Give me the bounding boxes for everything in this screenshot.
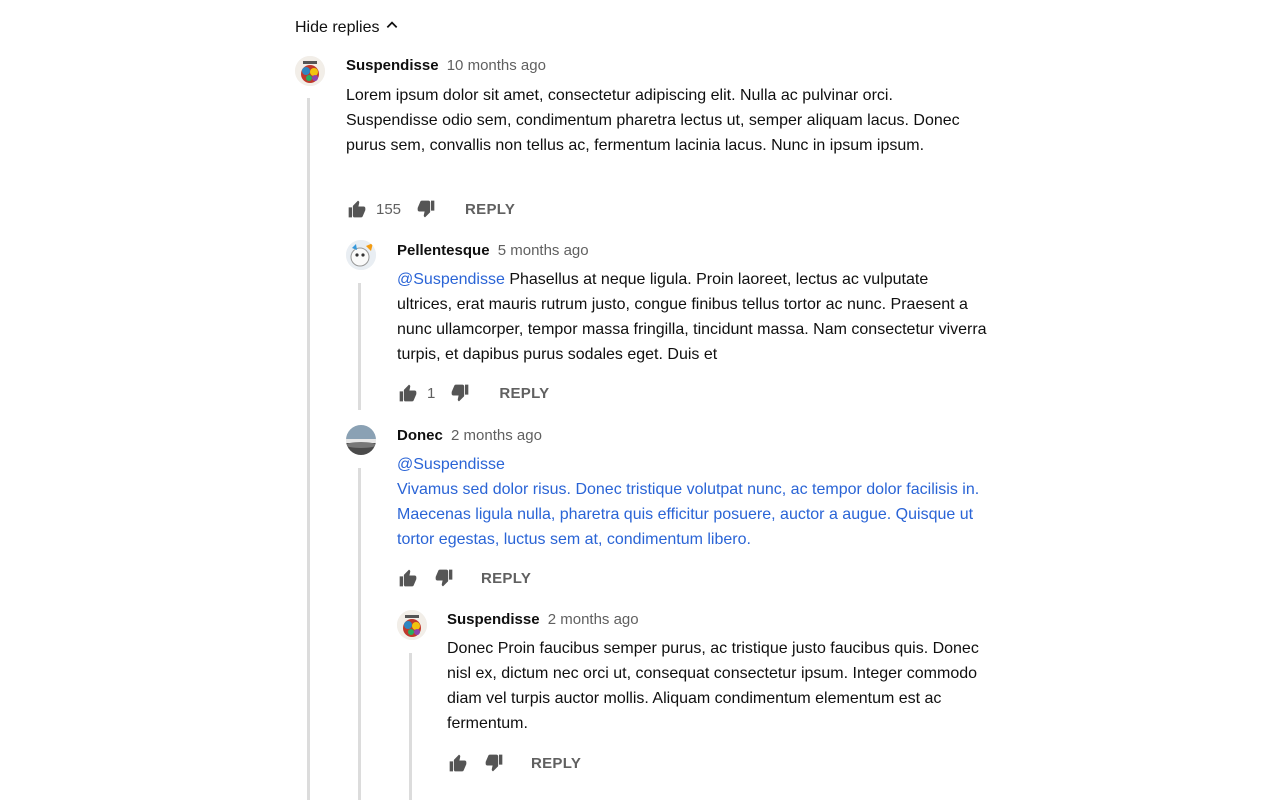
reply-button[interactable]: REPLY [481, 570, 531, 587]
mention-link[interactable]: @Suspendisse [397, 452, 987, 477]
like-count: 1 [427, 384, 436, 402]
thread-line [307, 98, 310, 800]
comment-body: Lorem ipsum dolor sit amet, consectetur … [346, 87, 960, 154]
comment-author[interactable]: Suspendisse [346, 57, 439, 74]
comment-author[interactable]: Donec [397, 427, 443, 444]
comment-timestamp[interactable]: 5 months ago [498, 242, 589, 259]
thumbs-down-icon [452, 384, 469, 402]
comment-author[interactable]: Suspendisse [447, 611, 540, 628]
comment-text: @Suspendisse Phasellus at neque ligula. … [397, 267, 987, 367]
thread-line [358, 468, 361, 800]
dislike-button[interactable] [433, 567, 455, 589]
comment-author[interactable]: Pellentesque [397, 242, 490, 259]
thumbs-up-icon [399, 384, 417, 402]
dislike-button[interactable] [415, 198, 437, 220]
mention-link[interactable]: @Suspendisse [397, 271, 505, 288]
cartoon-avatar-icon[interactable] [346, 240, 376, 270]
thumbs-down-icon [435, 569, 453, 587]
thumbs-up-icon [399, 569, 417, 587]
thread-line [358, 283, 361, 410]
reply-button[interactable]: REPLY [499, 385, 549, 402]
dislike-button[interactable] [483, 752, 505, 774]
hide-replies-button[interactable]: Hide replies [295, 18, 399, 37]
like-button[interactable] [346, 198, 368, 220]
comment-body: Vivamus sed dolor risus. Donec tristique… [397, 481, 980, 548]
comment-text: Donec Proin faucibus semper purus, ac tr… [447, 636, 992, 736]
like-button[interactable] [447, 752, 469, 774]
like-button[interactable] [397, 567, 419, 589]
thumbs-up-icon [348, 200, 366, 218]
comment-timestamp[interactable]: 10 months ago [447, 57, 546, 74]
festival-avatar-icon[interactable] [397, 610, 427, 640]
like-count: 155 [376, 200, 402, 218]
chevron-up-icon [385, 18, 399, 37]
comment-timestamp[interactable]: 2 months ago [451, 427, 542, 444]
comment-text: Lorem ipsum dolor sit amet, consectetur … [346, 83, 986, 158]
landscape-avatar-icon[interactable] [346, 425, 376, 455]
thread-line [409, 653, 412, 800]
like-button[interactable] [397, 382, 419, 404]
reply-button[interactable]: REPLY [465, 201, 515, 218]
thumbs-up-icon [449, 754, 467, 772]
festival-avatar-icon[interactable] [295, 56, 325, 86]
hide-replies-label: Hide replies [295, 18, 380, 36]
reply-button[interactable]: REPLY [531, 755, 581, 772]
comment-body: Donec Proin faucibus semper purus, ac tr… [447, 640, 979, 732]
comment-timestamp[interactable]: 2 months ago [548, 611, 639, 628]
thumbs-down-icon [485, 754, 503, 772]
thumbs-down-icon [417, 200, 435, 218]
comment-text: @Suspendisse Vivamus sed dolor risus. Do… [397, 452, 987, 552]
dislike-button[interactable] [449, 382, 471, 404]
